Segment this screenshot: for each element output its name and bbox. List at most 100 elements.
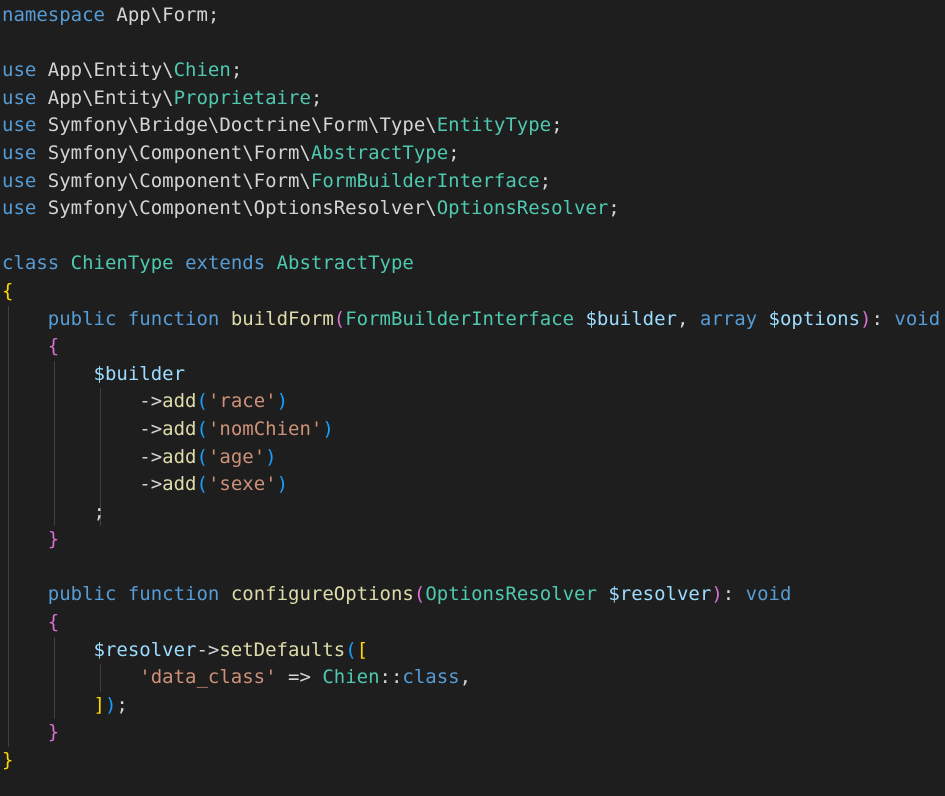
code-token: public	[47, 307, 117, 330]
code-line[interactable]: ->add('sexe')	[0, 471, 945, 499]
code-line[interactable]: use Symfony\Component\OptionsResolver\Op…	[0, 195, 945, 223]
code-line[interactable]: ->add('race')	[0, 388, 945, 416]
code-line[interactable]: {	[0, 333, 945, 361]
code-token: ;	[551, 114, 563, 137]
code-line[interactable]: ->add('age')	[0, 443, 945, 472]
code-token: (	[196, 473, 208, 496]
code-token: namespace	[2, 4, 105, 26]
code-line[interactable]: {	[0, 609, 945, 637]
code-token: )	[276, 473, 289, 496]
code-token: use	[2, 86, 37, 109]
code-token: :	[722, 583, 746, 606]
code-token: )	[711, 583, 723, 606]
code-token: (	[345, 638, 357, 661]
code-token: ]	[93, 693, 105, 716]
code-token: ;	[230, 59, 243, 82]
code-token: )	[104, 693, 117, 716]
code-line[interactable]: $builder	[0, 360, 945, 389]
code-line[interactable]: {	[0, 278, 945, 306]
code-token: add	[162, 445, 197, 468]
code-token: :	[871, 307, 895, 330]
code-token: ->	[139, 417, 163, 440]
code-token: )	[860, 307, 872, 330]
code-token: ->	[139, 445, 163, 468]
code-line[interactable]: $resolver->setDefaults([	[0, 636, 945, 665]
code-token: $builder	[585, 307, 677, 330]
code-token: OptionsResolver	[436, 197, 609, 220]
code-token: setDefaults	[219, 638, 346, 661]
code-line[interactable]: use Symfony\Component\Form\FormBuilderIn…	[0, 168, 945, 196]
code-token: Symfony\Component\Form\	[36, 169, 311, 192]
code-token: =>	[276, 666, 323, 689]
code-token: Symfony\Component\Form\	[36, 141, 311, 164]
code-token: add	[162, 473, 197, 496]
code-token: OptionsResolver	[425, 583, 597, 606]
code-token: (	[413, 583, 426, 606]
code-line[interactable]: public function buildForm(FormBuilderInt…	[0, 305, 945, 334]
code-token: ,	[676, 307, 700, 330]
code-line[interactable]: }	[0, 526, 945, 554]
code-token: EntityType	[436, 114, 552, 137]
code-line[interactable]: public function configureOptions(Options…	[0, 581, 945, 610]
code-line[interactable]	[0, 223, 945, 251]
code-line[interactable]: use App\Entity\Chien;	[0, 57, 945, 85]
code-token: ->	[139, 390, 163, 413]
code-line[interactable]: use Symfony\Bridge\Doctrine\Form\Type\En…	[0, 112, 945, 140]
code-line[interactable]: class ChienType extends AbstractType	[0, 250, 945, 278]
code-token: }	[47, 721, 60, 744]
code-line[interactable]: 'data_class' => Chien::class,	[0, 664, 945, 692]
code-token: use	[2, 197, 37, 220]
code-token: void	[745, 583, 792, 606]
code-line[interactable]	[0, 30, 945, 58]
code-token: {	[2, 279, 14, 302]
code-line[interactable]: ->add('nomChien')	[0, 415, 945, 444]
code-token: $builder	[93, 362, 186, 385]
code-token: 'sexe'	[207, 473, 277, 496]
code-token: AbstractType	[310, 141, 449, 164]
code-token: (	[333, 307, 346, 330]
code-line[interactable]: namespace App\Form;	[0, 2, 945, 30]
code-line[interactable]	[0, 553, 945, 582]
code-token: extends	[185, 252, 266, 275]
code-token: ;	[448, 141, 460, 164]
code-token: )	[276, 390, 289, 413]
code-token: [	[356, 638, 369, 661]
code-token: public	[47, 583, 117, 606]
code-token: {	[47, 611, 60, 634]
code-token: FormBuilderInterface	[345, 307, 575, 330]
code-token: (	[196, 445, 208, 468]
code-token: (	[196, 417, 208, 440]
code-line[interactable]: use App\Entity\Proprietaire;	[0, 85, 945, 113]
code-line[interactable]: }	[0, 719, 945, 748]
code-token: ;	[539, 169, 552, 192]
code-token: ;	[116, 693, 128, 716]
code-line[interactable]: use Symfony\Component\Form\AbstractType;	[0, 140, 945, 168]
code-token: Symfony\Component\OptionsResolver\	[36, 197, 437, 220]
code-token: function	[127, 583, 220, 606]
code-token: $resolver	[93, 638, 197, 661]
code-token: add	[162, 417, 197, 440]
code-editor[interactable]: namespace App\Form; use App\Entity\Chien…	[0, 0, 945, 796]
code-line[interactable]: ;	[0, 498, 945, 527]
code-line[interactable]: }	[0, 747, 945, 775]
code-token: 'nomChien'	[207, 417, 323, 440]
code-token: use	[2, 114, 37, 137]
code-line[interactable]: ]);	[0, 691, 945, 720]
code-token: use	[2, 59, 37, 82]
code-token: ,	[459, 666, 472, 689]
code-token: ;	[310, 86, 323, 109]
